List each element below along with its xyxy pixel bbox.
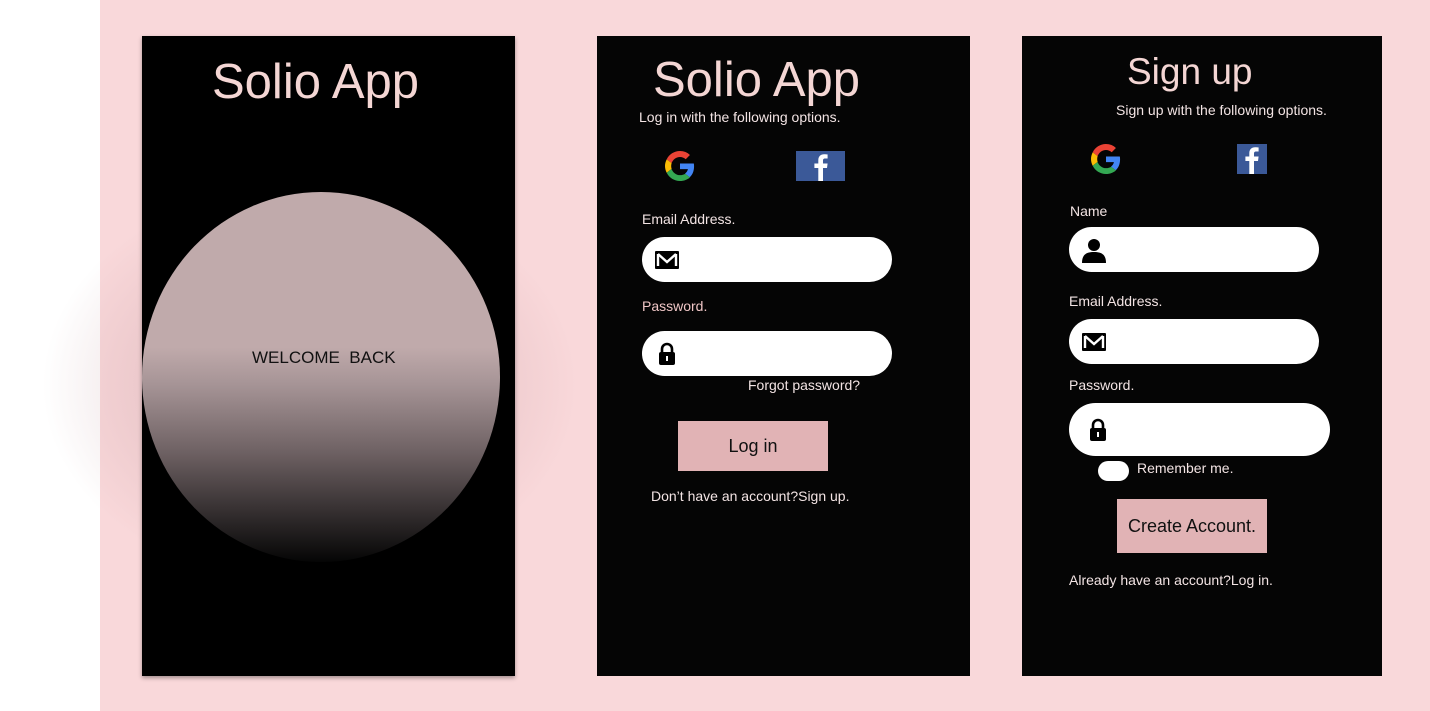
forgot-password-link[interactable]: Forgot password?: [748, 377, 860, 393]
remember-me-toggle[interactable]: [1098, 461, 1129, 481]
email-input[interactable]: [1117, 319, 1301, 364]
password-input[interactable]: [1117, 403, 1312, 456]
password-label: Password.: [1069, 377, 1135, 393]
facebook-icon[interactable]: [796, 151, 845, 181]
signup-subtitle: Sign up with the following options.: [1116, 102, 1327, 118]
email-label: Email Address.: [1069, 293, 1163, 309]
signup-title: Sign up: [1127, 51, 1253, 92]
google-icon[interactable]: [1091, 144, 1121, 174]
lock-icon: [1090, 418, 1106, 441]
password-field[interactable]: [1069, 403, 1330, 456]
app-title: Solio App: [212, 55, 420, 109]
email-label: Email Address.: [642, 211, 736, 227]
welcome-screen: Solio App WELCOME BACK: [142, 36, 515, 676]
create-account-button[interactable]: Create Account.: [1117, 499, 1267, 553]
password-input[interactable]: [690, 331, 874, 376]
login-button[interactable]: Log in: [678, 421, 828, 471]
signup-screen: Sign up Sign up with the following optio…: [1022, 36, 1382, 676]
email-field[interactable]: [1069, 319, 1319, 364]
signup-link[interactable]: Don’t have an account?Sign up.: [651, 488, 849, 504]
password-field[interactable]: [642, 331, 892, 376]
login-subtitle: Log in with the following options.: [639, 109, 841, 125]
name-input[interactable]: [1117, 227, 1301, 272]
name-label: Name: [1070, 203, 1108, 219]
mail-icon: [1082, 332, 1106, 351]
email-input[interactable]: [690, 237, 874, 282]
password-label: Password.: [642, 298, 708, 314]
google-icon[interactable]: [665, 151, 695, 181]
lock-icon: [659, 342, 675, 365]
name-field[interactable]: [1069, 227, 1319, 272]
welcome-text: WELCOME BACK: [252, 348, 396, 367]
login-screen: Solio App Log in with the following opti…: [597, 36, 970, 676]
welcome-orb: WELCOME BACK: [142, 192, 500, 562]
facebook-icon[interactable]: [1237, 144, 1267, 174]
login-link[interactable]: Already have an account?Log in.: [1069, 572, 1273, 588]
app-title: Solio App: [653, 53, 861, 107]
mail-icon: [655, 250, 679, 269]
email-field[interactable]: [642, 237, 892, 282]
remember-me-label: Remember me.: [1137, 460, 1234, 476]
user-icon: [1082, 238, 1106, 263]
